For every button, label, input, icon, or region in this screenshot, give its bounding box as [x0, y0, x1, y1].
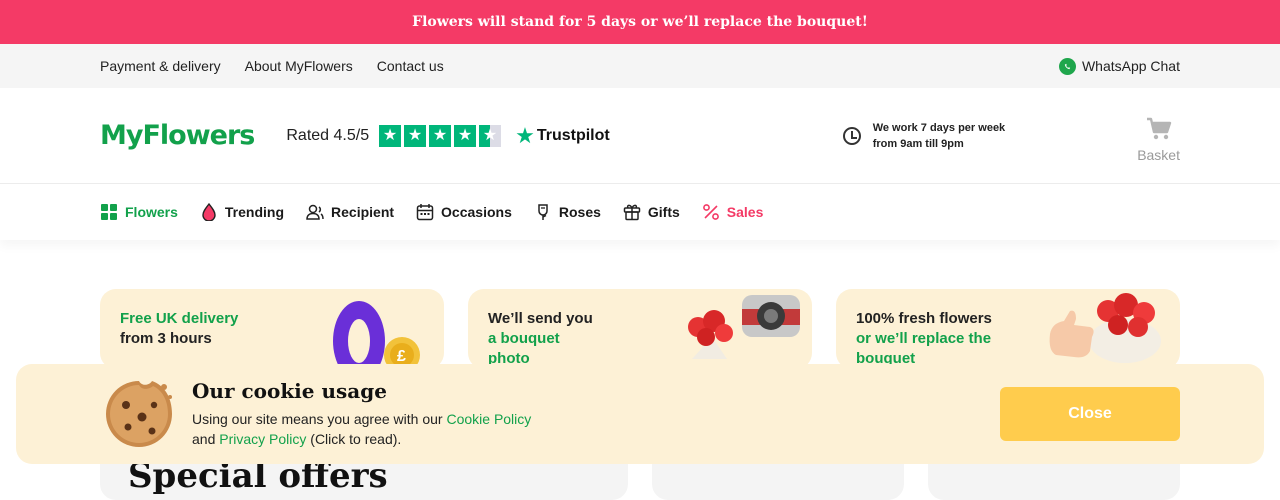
- category-navigation: Flowers Trending Recipient Occasions Ros…: [0, 184, 1280, 240]
- cookie-description: Using our site means you agree with our …: [192, 409, 531, 449]
- cookie-text-part: (Click to read).: [306, 431, 402, 447]
- gift-icon: [623, 204, 641, 221]
- star-icon: ★: [454, 124, 477, 147]
- category-roses[interactable]: Roses: [534, 203, 601, 221]
- category-recipient[interactable]: Recipient: [306, 203, 394, 221]
- category-label: Recipient: [331, 204, 395, 220]
- clock-icon: [842, 126, 861, 145]
- working-hours: We work 7 days per week from 9am till 9p…: [842, 120, 1006, 152]
- close-button[interactable]: Close: [1000, 387, 1180, 441]
- about-link[interactable]: About MyFlowers: [245, 58, 353, 74]
- half-star-icon: ★: [479, 124, 502, 147]
- cookie-message: Our cookie usage Using our site means yo…: [192, 379, 531, 449]
- category-label: Roses: [558, 204, 601, 220]
- rating-label: Rated 4.5/5: [286, 126, 370, 144]
- trustpilot-logo: ★ Trustpilot: [515, 122, 610, 148]
- cookie-policy-link[interactable]: Cookie Policy: [446, 411, 531, 427]
- top-links: Payment & delivery About MyFlowers Conta…: [100, 58, 444, 74]
- drop-icon: [202, 203, 216, 221]
- whatsapp-chat-link[interactable]: WhatsApp Chat: [1058, 57, 1180, 75]
- basket-button[interactable]: Basket: [1137, 117, 1180, 163]
- header: MyFlowers Rated 4.5/5 ★ ★ ★ ★ ★ ★ Trustp…: [0, 88, 1280, 184]
- hours-line1: We work 7 days per week: [872, 121, 1006, 134]
- payment-delivery-link[interactable]: Payment & delivery: [100, 58, 221, 74]
- person-icon: [306, 204, 324, 220]
- cookie-title: Our cookie usage: [192, 379, 387, 403]
- feature-cards: Free UK delivery from 3 hours £ We’ll se…: [100, 289, 1180, 369]
- category-label: Occasions: [441, 204, 512, 220]
- star-icon: ★: [379, 124, 402, 147]
- thumbs-up-bouquet-illustration: [1049, 293, 1161, 363]
- logo[interactable]: MyFlowers: [100, 120, 255, 151]
- contact-link[interactable]: Contact us: [377, 58, 444, 74]
- star-icon: ★: [404, 124, 427, 147]
- feature-card-fresh: 100% fresh flowers or we’ll replace the …: [836, 289, 1180, 369]
- category-trending[interactable]: Trending: [200, 203, 284, 221]
- category-flowers[interactable]: Flowers: [100, 203, 178, 221]
- category-label: Gifts: [647, 204, 680, 220]
- zero-pound-illustration: £: [333, 301, 420, 369]
- top-navigation: Payment & delivery About MyFlowers Conta…: [0, 44, 1280, 88]
- cookie-banner: Our cookie usage Using our site means yo…: [16, 364, 1264, 464]
- camera-bouquet-illustration: [688, 295, 800, 359]
- feature-card-delivery: Free UK delivery from 3 hours £: [100, 289, 444, 369]
- svg-text:£: £: [397, 348, 406, 365]
- category-label: Trending: [224, 204, 285, 220]
- hours-line2: from 9am till 9pm: [872, 137, 964, 150]
- rating-stars: ★ ★ ★ ★ ★: [379, 124, 502, 147]
- category-sales[interactable]: Sales: [702, 203, 764, 221]
- category-occasions[interactable]: Occasions: [416, 203, 512, 221]
- category-label: Flowers: [125, 204, 178, 220]
- trustpilot-label: Trustpilot: [536, 126, 610, 144]
- cookie-text-part: and: [192, 431, 220, 447]
- cookie-text-part: Using our site means you agree with our: [192, 411, 447, 427]
- calendar-icon: [416, 204, 434, 221]
- whatsapp-label: WhatsApp Chat: [1081, 58, 1180, 74]
- percent-icon: [702, 204, 719, 220]
- cart-icon: [1146, 117, 1171, 139]
- category-label: Sales: [726, 204, 764, 220]
- rose-icon: [538, 204, 548, 220]
- privacy-policy-link[interactable]: Privacy Policy: [219, 431, 306, 447]
- whatsapp-icon: [1058, 57, 1076, 75]
- category-gifts[interactable]: Gifts: [623, 203, 680, 221]
- trustpilot-star-icon: ★: [515, 122, 535, 148]
- grid-icon: [101, 204, 117, 220]
- promo-banner: Flowers will stand for 5 days or we’ll r…: [0, 0, 1280, 44]
- basket-label: Basket: [1137, 146, 1180, 163]
- promo-text: Flowers will stand for 5 days or we’ll r…: [412, 14, 868, 30]
- star-icon: ★: [429, 124, 452, 147]
- feature-card-photo: We’ll send you a bouquet photo: [468, 289, 812, 369]
- cookie-icon: [106, 381, 172, 447]
- trustpilot-rating[interactable]: Rated 4.5/5 ★ ★ ★ ★ ★ ★ Trustpilot: [286, 122, 610, 148]
